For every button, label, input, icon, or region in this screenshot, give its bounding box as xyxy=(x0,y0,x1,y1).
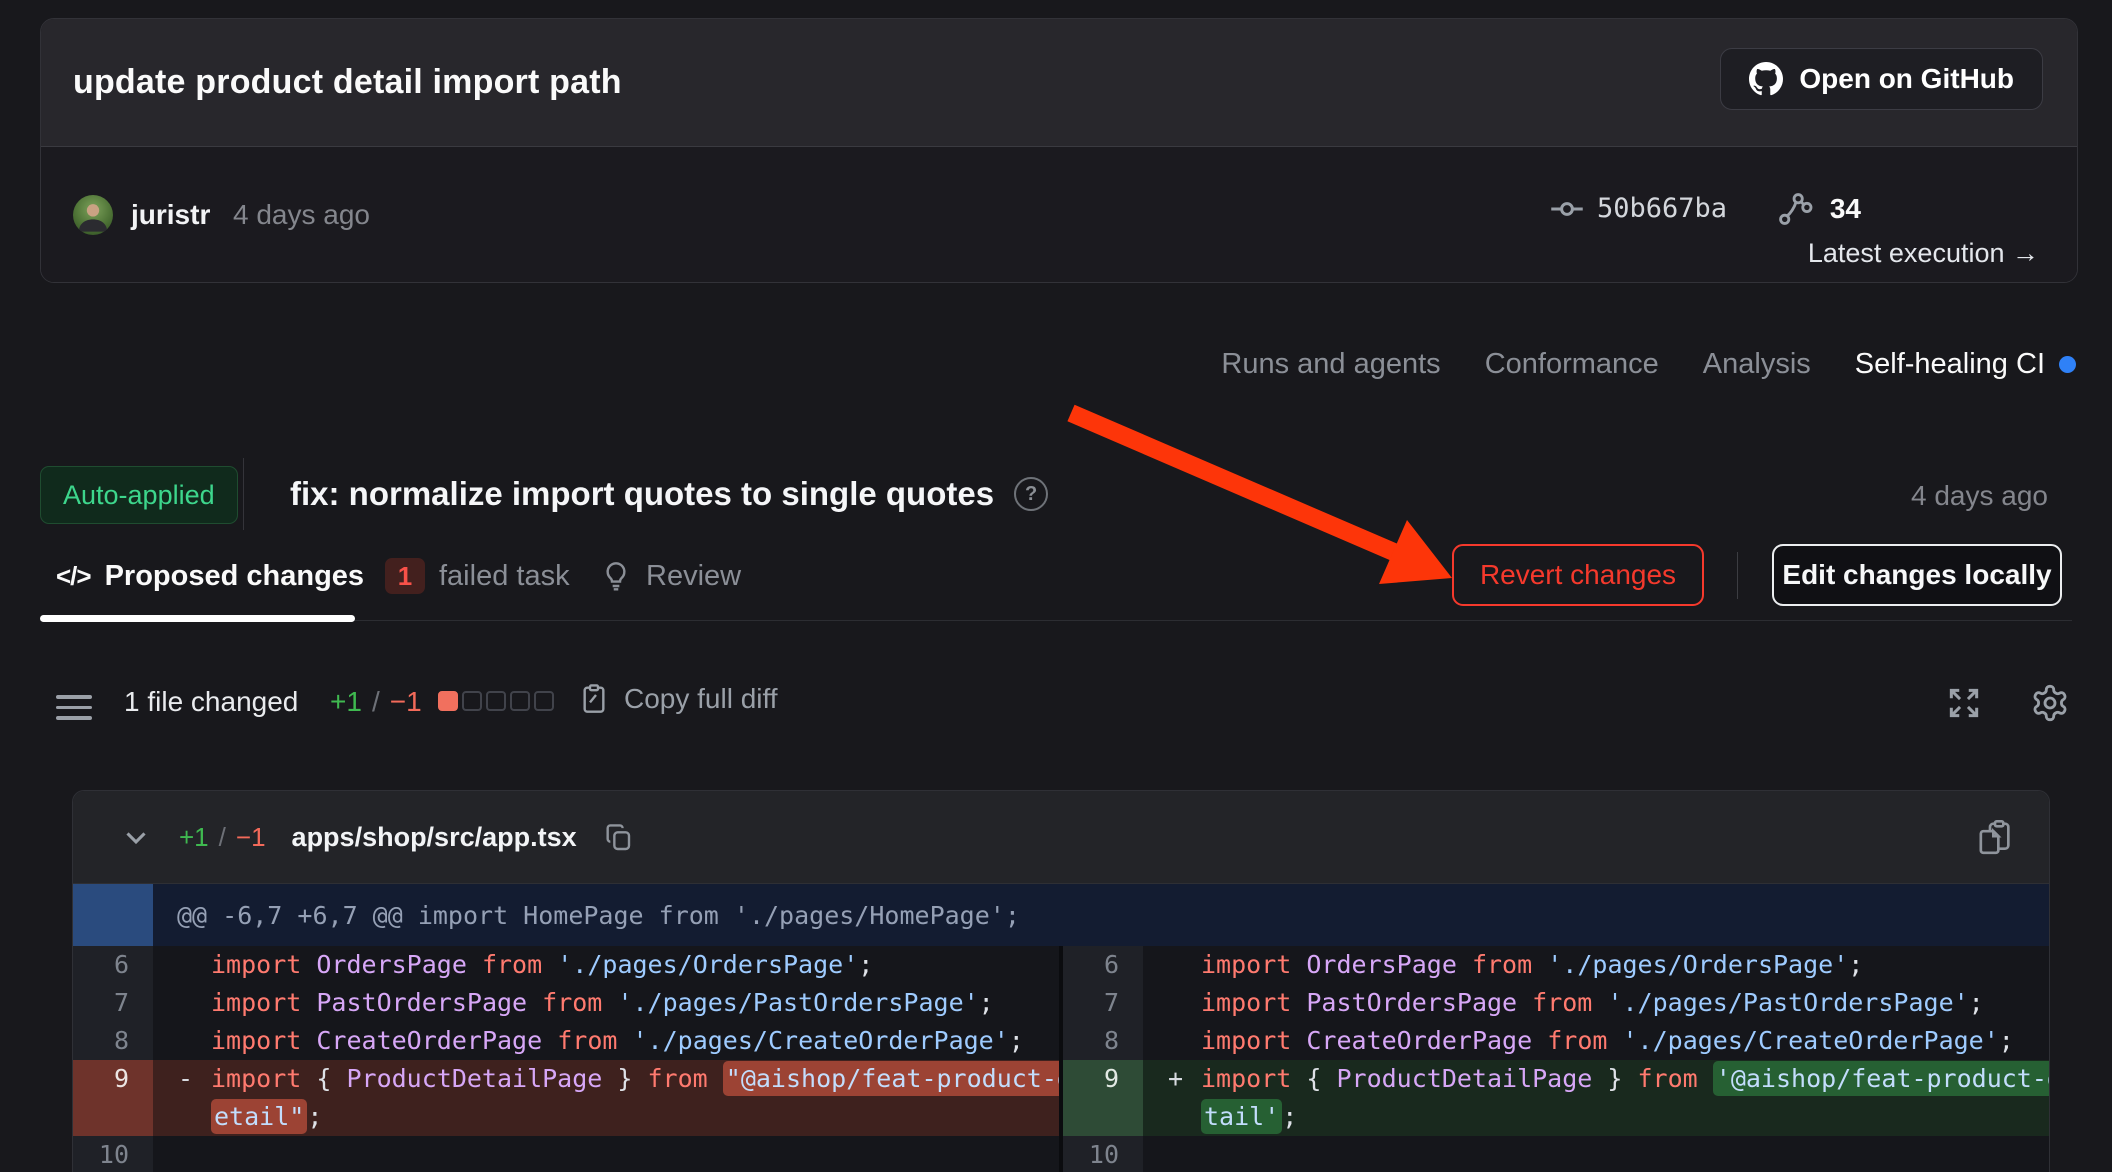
execution-count[interactable]: 34 xyxy=(1776,189,1861,229)
auto-applied-badge: Auto-applied xyxy=(40,466,238,524)
nav-item-analysis[interactable]: Analysis xyxy=(1703,348,1811,381)
diff-row-new-9: 9+import { ProductDetailPage } from '@ai… xyxy=(1063,1060,2049,1136)
diff-row-old-8: 8 import CreateOrderPage from './pages/C… xyxy=(73,1022,1059,1060)
diff-toolbar: 1 file changed +1/−1 Copy full diff xyxy=(0,683,2112,727)
line-number: 8 xyxy=(73,1022,153,1060)
line-number: 6 xyxy=(1063,946,1143,984)
active-tab-dot xyxy=(2059,356,2076,373)
page-title: update product detail import path xyxy=(73,19,622,146)
diff-row-old-10: 10 xyxy=(73,1136,1059,1172)
line-number: 7 xyxy=(1063,984,1143,1022)
tab-review[interactable]: Review xyxy=(600,553,741,599)
revert-changes-button[interactable]: Revert changes xyxy=(1452,544,1704,606)
commit-title-section: update product detail import path Open o… xyxy=(41,19,2077,147)
hunk-header-text: @@ -6,7 +6,7 @@ import HomePage from './… xyxy=(153,884,2049,946)
self-healing-ci-page: update product detail import path Open o… xyxy=(0,0,2112,1172)
gear-icon[interactable] xyxy=(2030,683,2070,723)
failed-count-badge: 1 xyxy=(385,558,425,594)
ratio-square xyxy=(486,691,506,711)
chevron-down-icon[interactable] xyxy=(119,820,153,854)
ratio-square xyxy=(462,691,482,711)
code-icon: </> xyxy=(56,561,91,592)
ratio-square xyxy=(510,691,530,711)
diff-file-card: +1/−1 apps/shop/src/app.tsx xyxy=(72,790,2050,1172)
lightbulb-icon xyxy=(600,560,632,592)
help-icon[interactable]: ? xyxy=(1014,477,1048,511)
code-line: import CreateOrderPage from './pages/Cre… xyxy=(153,1022,1059,1060)
button-divider xyxy=(1737,552,1738,599)
diff-row-new-7: 7 import PastOrdersPage from './pages/Pa… xyxy=(1063,984,2049,1022)
diff-body: 6 import OrdersPage from './pages/Orders… xyxy=(73,946,2049,1172)
diff-pane-old: 6 import OrdersPage from './pages/Orders… xyxy=(73,946,1059,1172)
commit-summary-card: update product detail import path Open o… xyxy=(40,18,2078,283)
change-ratio-squares xyxy=(438,691,554,711)
open-on-github-label: Open on GitHub xyxy=(1799,63,2014,95)
diff-row-old-9: 9-import { ProductDetailPage } from "@ai… xyxy=(73,1060,1059,1136)
code-line: import OrdersPage from './pages/OrdersPa… xyxy=(153,946,1059,984)
fix-title: fix: normalize import quotes to single q… xyxy=(290,466,1048,522)
ratio-square-filled xyxy=(438,691,458,711)
line-number: 10 xyxy=(73,1136,153,1172)
code-line: +import { ProductDetailPage } from '@ais… xyxy=(1143,1060,2050,1136)
fullscreen-icon[interactable] xyxy=(1945,684,1983,722)
diff-row-new-8: 8 import CreateOrderPage from './pages/C… xyxy=(1063,1022,2049,1060)
line-number: 9 xyxy=(1063,1060,1143,1136)
code-line: import CreateOrderPage from './pages/Cre… xyxy=(1143,1022,2049,1060)
commit-time-ago: 4 days ago xyxy=(233,195,370,235)
diff-stats: +1/−1 xyxy=(330,686,422,718)
diff-row-new-6: 6 import OrdersPage from './pages/Orders… xyxy=(1063,946,2049,984)
tab-failed-task[interactable]: 1 failed task xyxy=(385,553,570,599)
github-icon xyxy=(1749,62,1783,96)
nav-item-self-healing-ci[interactable]: Self-healing CI xyxy=(1855,348,2076,381)
hunk-header: @@ -6,7 +6,7 @@ import HomePage from './… xyxy=(73,884,2049,946)
line-number: 9 xyxy=(73,1060,153,1136)
code-line xyxy=(1143,1136,2049,1172)
ratio-square xyxy=(534,691,554,711)
copy-full-diff-button[interactable]: Copy full diff xyxy=(578,683,778,715)
file-list-menu-icon[interactable] xyxy=(56,688,92,727)
copy-file-diff-icon[interactable] xyxy=(1975,817,2015,857)
open-on-github-button[interactable]: Open on GitHub xyxy=(1720,48,2043,110)
copy-path-icon[interactable] xyxy=(603,821,635,853)
line-number: 7 xyxy=(73,984,153,1022)
file-path: apps/shop/src/app.tsx xyxy=(292,822,577,853)
workflow-icon xyxy=(1776,190,1814,228)
code-line: -import { ProductDetailPage } from "@ais… xyxy=(153,1060,1075,1136)
code-line: import PastOrdersPage from './pages/Past… xyxy=(153,984,1059,1022)
deletions-count: −1 xyxy=(390,686,422,717)
diff-row-new-10: 10 xyxy=(1063,1136,2049,1172)
hunk-gutter xyxy=(73,884,153,946)
heading-divider xyxy=(243,458,244,530)
commit-author[interactable]: juristr xyxy=(131,195,210,235)
file-diff-stats: +1/−1 xyxy=(179,822,266,853)
edit-changes-locally-button[interactable]: Edit changes locally xyxy=(1772,544,2062,606)
nav-item-conformance[interactable]: Conformance xyxy=(1485,348,1659,381)
nav-item-runs-and-agents[interactable]: Runs and agents xyxy=(1221,348,1440,381)
latest-execution-link[interactable]: Latest execution → xyxy=(1808,235,2039,271)
line-number: 8 xyxy=(1063,1022,1143,1060)
diff-file-header: +1/−1 apps/shop/src/app.tsx xyxy=(73,791,2049,884)
files-changed-label: 1 file changed xyxy=(124,686,298,718)
fix-time-ago: 4 days ago xyxy=(1911,480,2048,512)
avatar xyxy=(73,195,113,235)
commit-meta-section: juristr 4 days ago 50b667ba 34 xyxy=(41,147,2077,282)
code-line: import PastOrdersPage from './pages/Past… xyxy=(1143,984,2049,1022)
commit-hash[interactable]: 50b667ba xyxy=(1549,189,1727,229)
top-nav-tabs: Runs and agents Conformance Analysis Sel… xyxy=(1221,348,2076,381)
commit-icon xyxy=(1549,191,1585,227)
code-line xyxy=(153,1136,1059,1172)
line-number: 6 xyxy=(73,946,153,984)
diff-row-old-7: 7 import PastOrdersPage from './pages/Pa… xyxy=(73,984,1059,1022)
code-line: import OrdersPage from './pages/OrdersPa… xyxy=(1143,946,2049,984)
clipboard-icon xyxy=(578,683,610,715)
tab-proposed-changes[interactable]: </> Proposed changes xyxy=(56,553,364,599)
additions-count: +1 xyxy=(330,686,362,717)
line-number: 10 xyxy=(1063,1136,1143,1172)
diff-pane-new: 6 import OrdersPage from './pages/Orders… xyxy=(1063,946,2049,1172)
active-tab-underline xyxy=(40,615,355,622)
diff-row-old-6: 6 import OrdersPage from './pages/Orders… xyxy=(73,946,1059,984)
